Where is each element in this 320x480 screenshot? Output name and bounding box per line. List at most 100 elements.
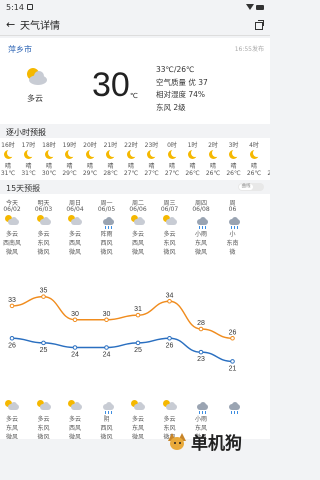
night-wind-direction: 东风 bbox=[37, 425, 50, 432]
night-condition: 小雨 bbox=[194, 416, 207, 423]
hourly-item: 5时晴26℃ bbox=[264, 140, 270, 178]
low-temp-label: 24 bbox=[71, 352, 79, 359]
hour-time: 20时 bbox=[83, 142, 97, 149]
daily-day-top: 明天 06/03 多云 东风 微风 bbox=[28, 198, 60, 256]
current-temperature: 30 bbox=[92, 66, 130, 104]
day-wind-level: 微风 bbox=[163, 249, 176, 256]
day-name: 周四 bbox=[194, 200, 207, 207]
daily-night-bottom: 多云 东风 微风 bbox=[0, 400, 28, 439]
night-wind-direction: 西风 bbox=[100, 425, 113, 432]
moon-icon bbox=[38, 148, 60, 161]
daily-day-top: 周三 06/07 多云 东风 微风 bbox=[154, 198, 186, 256]
hour-time: 23时 bbox=[144, 142, 159, 149]
low-temp-point bbox=[198, 349, 204, 355]
light-rain-icon bbox=[217, 400, 249, 414]
hour-condition: 晴 bbox=[168, 163, 175, 170]
day-wind-level: 微风 bbox=[68, 249, 81, 256]
low-temp-label: 23 bbox=[197, 356, 205, 363]
daily-day-top: 周一 06/05 阵雨 西风 微风 bbox=[91, 198, 123, 256]
update-time: 16:55发布 bbox=[234, 46, 264, 53]
day-name: 周二 bbox=[131, 200, 144, 207]
hour-time: 4时 bbox=[249, 142, 259, 149]
hour-condition: 晴 bbox=[45, 163, 52, 170]
light-rain-icon bbox=[217, 215, 249, 229]
day-condition: 多云 bbox=[163, 231, 176, 238]
hourly-item: 16时晴 31℃ bbox=[0, 140, 19, 178]
hour-time: 3时 bbox=[228, 142, 239, 149]
day-wind-direction: 东南 bbox=[226, 240, 239, 247]
high-temp-point bbox=[167, 298, 172, 304]
chart-toggle[interactable]: 曲线 bbox=[238, 183, 264, 191]
arrow-left-icon[interactable]: ← bbox=[6, 18, 20, 31]
navigation-bar bbox=[0, 460, 270, 480]
low-temp-label: 26 bbox=[166, 342, 174, 349]
high-temp-point bbox=[198, 326, 204, 332]
day-date: 06 bbox=[228, 206, 237, 213]
moon-icon bbox=[18, 148, 40, 161]
daily-forecast[interactable]: 33 35 30 30 31 34 28 26 26 25 24 24 25 26 23 21 今天 06/02… bbox=[0, 194, 270, 439]
night-condition: 多云 bbox=[163, 416, 176, 423]
night-condition: 阴 bbox=[103, 416, 110, 423]
partly-cloudy-icon bbox=[154, 215, 186, 229]
day-wind-level: 微风 bbox=[194, 249, 207, 256]
partly-cloudy-icon bbox=[154, 400, 186, 414]
day-date: 06/05 bbox=[97, 206, 116, 213]
night-wind-level: 微风 bbox=[131, 434, 144, 439]
wind: 东风 2级 bbox=[156, 102, 186, 112]
day-wind-level: 微风 bbox=[131, 249, 144, 256]
day-date: 06/06 bbox=[129, 206, 147, 213]
high-temp-label: 34 bbox=[166, 292, 174, 299]
day-name: 周 bbox=[229, 200, 236, 207]
partly-cloudy-icon bbox=[122, 215, 154, 229]
hour-condition: 晴 bbox=[209, 163, 216, 170]
daily-day-top: 周 06 小东南微 bbox=[217, 198, 249, 256]
day-condition: 多云 bbox=[5, 231, 18, 238]
light-rain-icon bbox=[185, 215, 217, 229]
toggle-label: 曲线 bbox=[239, 184, 253, 190]
low-temp-label: 24 bbox=[103, 352, 111, 359]
hour-time: 0时 bbox=[167, 142, 177, 149]
day-condition: 小 bbox=[229, 231, 236, 238]
air-quality: 空气质量 优 37 bbox=[156, 77, 208, 87]
day-wind-level: 微风 bbox=[37, 249, 50, 256]
day-wind-level: 微风 bbox=[100, 249, 113, 256]
hour-condition: 晴 bbox=[4, 163, 11, 170]
daily-night-bottom: 阴西风 微风 bbox=[91, 400, 123, 439]
high-temp-line bbox=[11, 295, 233, 339]
dog-logo-icon bbox=[167, 432, 187, 451]
day-condition: 多云 bbox=[68, 231, 81, 238]
low-temp-label: 21 bbox=[229, 365, 237, 372]
partly-cloudy-icon bbox=[28, 400, 60, 414]
temperature-unit: ℃ bbox=[130, 92, 138, 100]
hourly-item: 3时晴 26℃ bbox=[223, 140, 245, 178]
night-wind-level: 微风 bbox=[100, 434, 113, 439]
low-temp-label: 25 bbox=[134, 347, 142, 354]
watermark: 单机狗 bbox=[167, 429, 242, 454]
night-wind-level: 微风 bbox=[5, 434, 18, 439]
page-title: 天气详情 bbox=[20, 21, 60, 32]
hourly-item: 0时晴 27℃ bbox=[161, 140, 183, 178]
daily-day-top: 周日 06/04 多云 西风 微风 bbox=[59, 198, 91, 256]
low-temp-point bbox=[72, 345, 78, 350]
external-link-icon[interactable] bbox=[254, 19, 264, 30]
day-wind-direction: 西南风 bbox=[2, 240, 21, 247]
partly-cloudy-icon bbox=[59, 400, 91, 414]
hourly-item: 20时晴 29℃ bbox=[79, 140, 101, 178]
moon-icon bbox=[182, 148, 204, 161]
hourly-item: 18时晴 30℃ bbox=[38, 140, 60, 178]
high-temp-point bbox=[135, 312, 141, 318]
hour-condition: 晴 bbox=[66, 163, 73, 170]
shower-icon bbox=[91, 215, 123, 229]
high-temp-point bbox=[104, 317, 109, 323]
hourly-forecast[interactable]: 16时晴 31℃ 17时晴 31℃ 18时晴 30℃ 19时晴 29℃ 20时晴 29℃ 21时晴 2… bbox=[0, 138, 270, 180]
city-name[interactable]: 萍乡市 bbox=[8, 44, 32, 55]
hour-condition: 晴 bbox=[148, 163, 155, 170]
hour-temp: 26℃ bbox=[267, 170, 270, 177]
daily-day-top: 今天 06/02 多云 西南风 微风 bbox=[0, 198, 28, 256]
high-temp-point bbox=[230, 335, 235, 341]
day-wind-direction: 西风 bbox=[68, 240, 81, 247]
hour-temp: 31℃ bbox=[21, 170, 36, 177]
day-wind-direction: 东风 bbox=[163, 240, 176, 247]
partly-cloudy-icon bbox=[0, 400, 28, 414]
status-time: 5:14 bbox=[6, 2, 24, 12]
